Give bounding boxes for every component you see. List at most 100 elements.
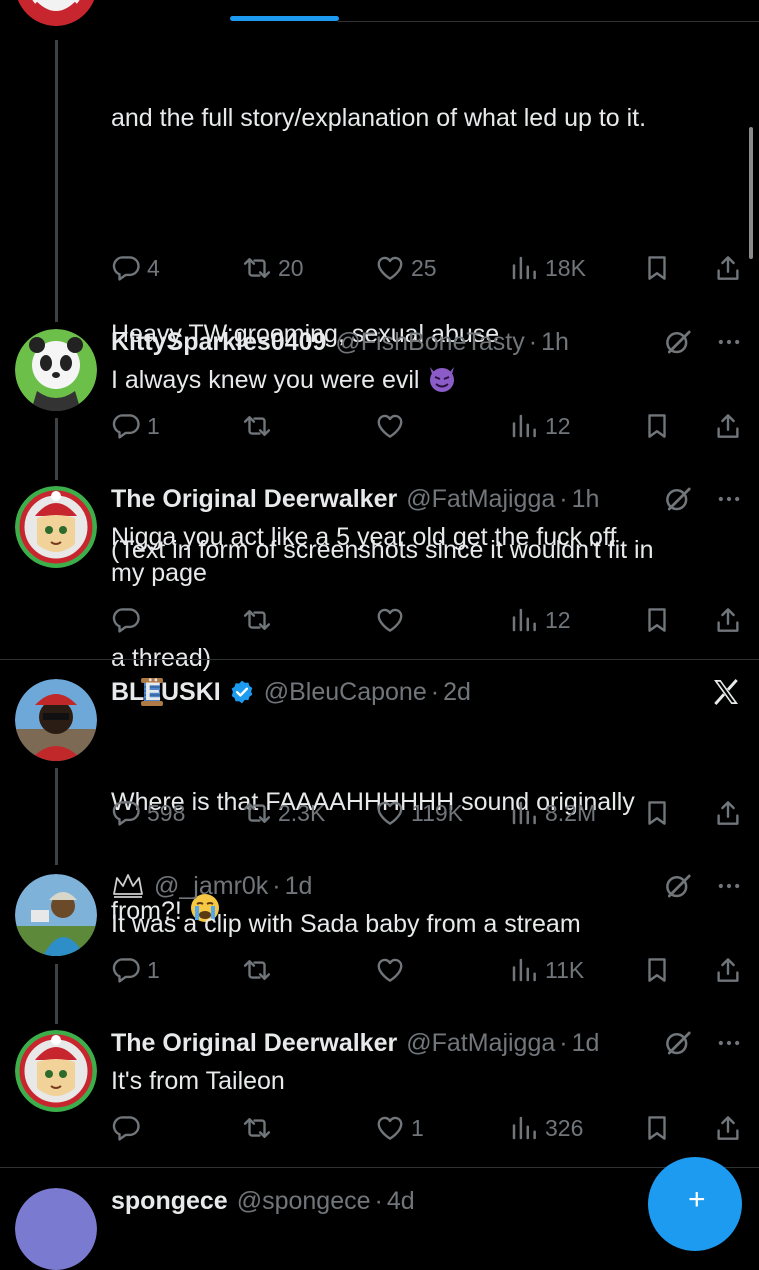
separator-dot: · <box>272 871 281 900</box>
reply-count: 4 <box>147 254 160 281</box>
share-icon <box>713 605 743 635</box>
reply-icon <box>111 1113 141 1143</box>
like-button[interactable]: 119K <box>375 795 463 831</box>
handle[interactable]: @BleuCapone <box>264 678 427 707</box>
retweet-icon <box>242 798 272 828</box>
devil-emoji <box>426 363 458 403</box>
thread-line <box>55 964 58 1024</box>
bookmark-icon <box>642 605 672 635</box>
views-button[interactable]: 11K <box>509 952 584 988</box>
reply-button[interactable]: 1 <box>111 408 160 444</box>
share-button[interactable] <box>713 408 743 444</box>
tweet-header: spongece @spongece · 4d <box>111 1184 415 1218</box>
views-button[interactable]: 12 <box>509 408 571 444</box>
bookmark-button[interactable] <box>642 602 672 638</box>
like-button[interactable]: 25 <box>375 250 437 286</box>
reply-header: @_jamr0k · 1d <box>111 869 312 903</box>
reply-header: KittySparkles0409 @FishBoneTasty · 1h <box>111 325 569 359</box>
more-icon[interactable] <box>715 872 743 900</box>
verified-icon <box>229 679 255 705</box>
reply-button[interactable]: 4 <box>111 250 160 286</box>
more-icon[interactable] <box>715 485 743 513</box>
like-button[interactable]: 1 <box>375 1110 424 1146</box>
avatar[interactable] <box>15 1030 97 1112</box>
grok-icon[interactable] <box>663 484 693 514</box>
more-icon[interactable] <box>715 1029 743 1057</box>
reply-text: I always knew you were evil <box>111 362 741 403</box>
share-button[interactable] <box>713 952 743 988</box>
grok-icon[interactable] <box>663 1028 693 1058</box>
retweet-icon <box>242 411 272 441</box>
retweet-button[interactable]: 20 <box>242 250 304 286</box>
views-button[interactable]: 326 <box>509 1110 583 1146</box>
reply-button[interactable]: 1 <box>111 952 160 988</box>
separator-dot: · <box>374 1186 383 1215</box>
timestamp[interactable]: 1h <box>541 328 569 357</box>
grok-icon[interactable] <box>663 871 693 901</box>
like-button[interactable] <box>375 952 405 988</box>
reply-count: 1 <box>147 956 160 983</box>
avatar[interactable] <box>15 1188 97 1270</box>
retweet-icon <box>242 253 272 283</box>
avatar[interactable] <box>15 679 97 761</box>
like-icon <box>375 411 405 441</box>
tweet-header: BLËUSKI @BleuCapone · 2d <box>111 675 471 709</box>
bookmark-button[interactable] <box>642 952 672 988</box>
timestamp[interactable]: 2d <box>443 678 471 707</box>
display-name[interactable]: spongece <box>111 1187 228 1216</box>
avatar[interactable] <box>15 0 97 26</box>
share-button[interactable] <box>713 602 743 638</box>
timestamp[interactable]: 1d <box>572 1029 600 1058</box>
views-icon <box>509 955 539 985</box>
bookmark-button[interactable] <box>642 795 672 831</box>
views-button[interactable]: 12 <box>509 602 571 638</box>
share-button[interactable] <box>713 1110 743 1146</box>
display-name[interactable]: KittySparkles0409 <box>111 328 326 357</box>
tweet-menu <box>663 325 743 359</box>
like-count: 119K <box>411 799 464 826</box>
tweet-actions: 598 2.3K 119K 8.2M <box>111 795 743 831</box>
scrollbar[interactable] <box>749 127 753 259</box>
views-button[interactable]: 8.2M <box>509 795 596 831</box>
avatar[interactable] <box>15 486 97 568</box>
retweet-button[interactable]: 2.3K <box>242 795 325 831</box>
handle[interactable]: @FatMajigga <box>406 1029 555 1058</box>
display-name[interactable]: BLËUSKI <box>111 678 221 707</box>
thread-line <box>55 40 58 322</box>
views-count: 12 <box>545 412 571 439</box>
retweet-button[interactable] <box>242 1110 272 1146</box>
retweet-button[interactable] <box>242 952 272 988</box>
handle[interactable]: @FatMajigga <box>406 485 555 514</box>
display-name[interactable]: The Original Deerwalker <box>111 485 397 514</box>
handle[interactable]: @_jamr0k <box>154 872 268 901</box>
avatar[interactable] <box>15 329 97 411</box>
share-button[interactable] <box>713 250 743 286</box>
display-name[interactable]: The Original Deerwalker <box>111 1029 397 1058</box>
bookmark-button[interactable] <box>642 250 672 286</box>
views-icon <box>509 798 539 828</box>
like-icon <box>375 253 405 283</box>
like-button[interactable] <box>375 408 405 444</box>
tweet-divider <box>0 659 759 660</box>
views-count: 12 <box>545 606 571 633</box>
timestamp[interactable]: 1d <box>285 872 313 901</box>
bookmark-button[interactable] <box>642 1110 672 1146</box>
views-button[interactable]: 18K <box>509 250 586 286</box>
like-button[interactable] <box>375 602 405 638</box>
timestamp[interactable]: 4d <box>387 1187 415 1216</box>
retweet-icon <box>242 1113 272 1143</box>
reply-button[interactable]: 598 <box>111 795 185 831</box>
retweet-button[interactable] <box>242 408 272 444</box>
reply-button[interactable] <box>111 1110 141 1146</box>
bookmark-button[interactable] <box>642 408 672 444</box>
reply-text: It was a clip with Sada baby from a stre… <box>111 910 581 938</box>
more-icon[interactable] <box>715 328 743 356</box>
share-button[interactable] <box>713 795 743 831</box>
grok-icon[interactable] <box>663 327 693 357</box>
handle[interactable]: @spongece <box>237 1187 371 1216</box>
timestamp[interactable]: 1h <box>572 485 600 514</box>
reply-button[interactable] <box>111 602 141 638</box>
handle[interactable]: @FishBoneTasty <box>335 328 524 357</box>
avatar[interactable] <box>15 874 97 956</box>
retweet-button[interactable] <box>242 602 272 638</box>
